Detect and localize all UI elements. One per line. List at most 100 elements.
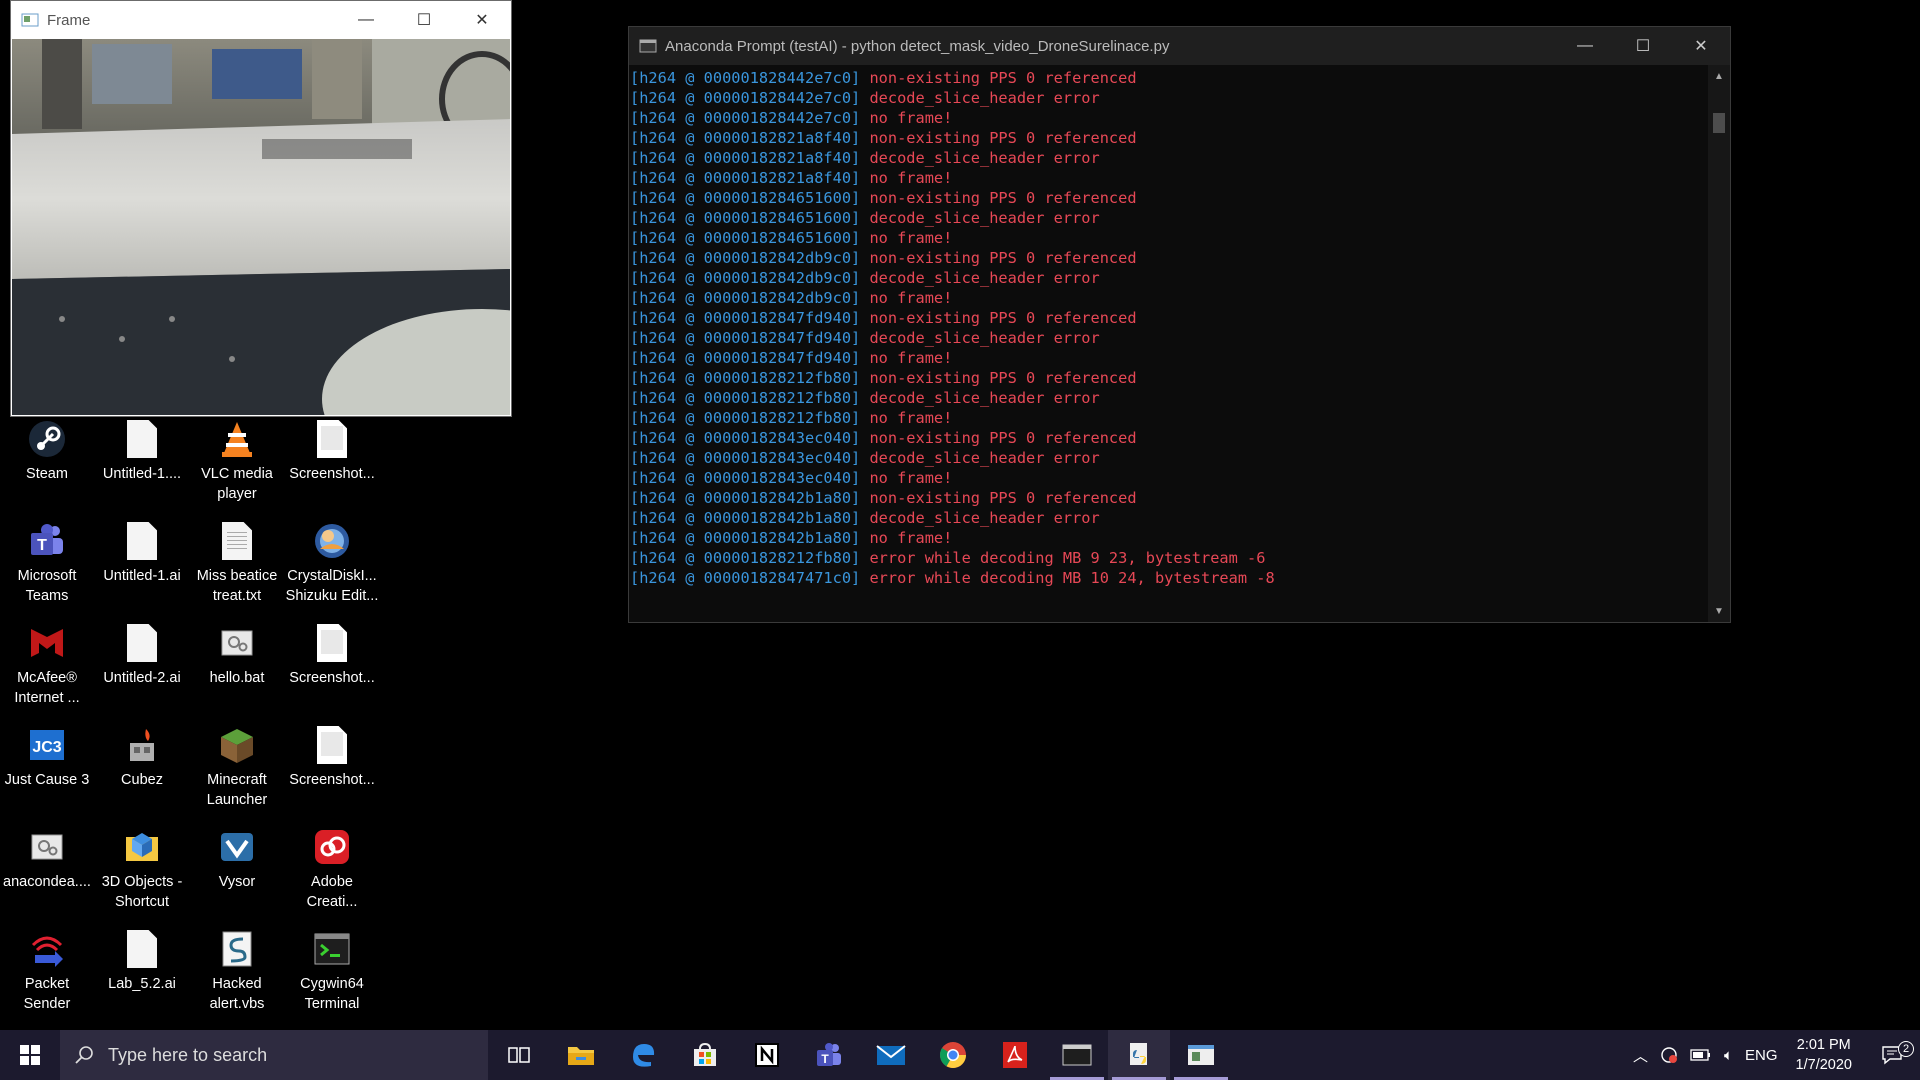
maximize-button[interactable]: ☐ bbox=[1614, 27, 1672, 65]
taskbar-app-acrobat[interactable] bbox=[984, 1030, 1046, 1080]
desktop-icon[interactable]: Vysor bbox=[190, 825, 284, 892]
taskbar-search[interactable]: Type here to search bbox=[60, 1030, 488, 1080]
console-output[interactable]: [h264 @ 000001828442e7c0] non-existing P… bbox=[629, 65, 1708, 622]
taskbar-app-notion[interactable] bbox=[736, 1030, 798, 1080]
console-line: [h264 @ 00000182842db9c0] no frame! bbox=[630, 288, 1708, 308]
language-indicator[interactable]: ENG bbox=[1739, 1047, 1784, 1064]
taskbar-app-mail[interactable] bbox=[860, 1030, 922, 1080]
console-line: [h264 @ 00000182847471c0] error while de… bbox=[630, 568, 1708, 588]
teams-icon: T bbox=[815, 1041, 843, 1069]
console-line-message: non-existing PPS 0 referenced bbox=[869, 429, 1137, 447]
volume-icon[interactable]: 🔈︎ bbox=[1718, 1047, 1739, 1064]
console-line-address: [h264 @ 00000182847471c0] bbox=[630, 569, 861, 587]
scroll-thumb[interactable] bbox=[1713, 113, 1725, 133]
console-scrollbar[interactable]: ▲ ▼ bbox=[1708, 65, 1730, 622]
desktop-icon[interactable]: CrystalDiskI... Shizuku Edit... bbox=[285, 519, 379, 606]
window-icon bbox=[1187, 1043, 1215, 1067]
frame-titlebar[interactable]: Frame — ☐ ✕ bbox=[11, 1, 511, 39]
start-button[interactable] bbox=[0, 1030, 60, 1080]
conda-titlebar[interactable]: Anaconda Prompt (testAI) - python detect… bbox=[629, 27, 1730, 65]
desktop-icon[interactable]: 3D Objects - Shortcut bbox=[95, 825, 189, 912]
scroll-up-icon[interactable]: ▲ bbox=[1708, 65, 1730, 87]
desktop-icon[interactable]: Packet Sender bbox=[0, 927, 94, 1014]
minimize-button[interactable]: — bbox=[337, 1, 395, 39]
console-line-address: [h264 @ 00000182821a8f40] bbox=[630, 169, 861, 187]
desktop-icon-label: Untitled-1.... bbox=[102, 466, 182, 482]
clock[interactable]: 2:01 PM 1/7/2020 bbox=[1784, 1035, 1864, 1075]
console-line-message: no frame! bbox=[869, 529, 953, 547]
desktop-icon[interactable]: Untitled-2.ai bbox=[95, 621, 189, 688]
desktop-icon[interactable]: Cubez bbox=[95, 723, 189, 790]
taskbar-app-python[interactable] bbox=[1108, 1030, 1170, 1080]
desktop-icon[interactable]: Screenshot... bbox=[285, 723, 379, 790]
anaconda-prompt-window[interactable]: Anaconda Prompt (testAI) - python detect… bbox=[628, 26, 1731, 623]
taskbar-app-store[interactable] bbox=[674, 1030, 736, 1080]
desktop-icon[interactable]: hello.bat bbox=[190, 621, 284, 688]
conda-title: Anaconda Prompt (testAI) - python detect… bbox=[665, 37, 1170, 55]
security-status-icon[interactable] bbox=[1654, 1046, 1684, 1064]
console-line: [h264 @ 000001828442e7c0] decode_slice_h… bbox=[630, 88, 1708, 108]
console-line: [h264 @ 00000182842b1a80] non-existing P… bbox=[630, 488, 1708, 508]
console-line-message: decode_slice_header error bbox=[869, 269, 1100, 287]
minimize-button[interactable]: — bbox=[1556, 27, 1614, 65]
desktop-icon-label: Microsoft Teams bbox=[17, 568, 77, 604]
desktop-icon[interactable]: Lab_5.2.ai bbox=[95, 927, 189, 994]
file-icon bbox=[120, 621, 164, 665]
scroll-down-icon[interactable]: ▼ bbox=[1708, 600, 1730, 622]
mail-icon bbox=[876, 1043, 906, 1067]
console-line-address: [h264 @ 00000182821a8f40] bbox=[630, 149, 861, 167]
console-line-address: [h264 @ 00000182842db9c0] bbox=[630, 289, 861, 307]
desktop-icon[interactable]: JC3 Just Cause 3 bbox=[0, 723, 94, 790]
taskbar-app-chrome[interactable] bbox=[922, 1030, 984, 1080]
maximize-button[interactable]: ☐ bbox=[395, 1, 453, 39]
python-icon bbox=[1125, 1041, 1153, 1069]
camera-feed bbox=[12, 39, 510, 415]
batch-file-icon bbox=[215, 621, 259, 665]
desktop-icon[interactable]: Cygwin64 Terminal bbox=[285, 927, 379, 1014]
taskbar-app-file-explorer[interactable] bbox=[550, 1030, 612, 1080]
desktop-icon[interactable]: Untitled-1.ai bbox=[95, 519, 189, 586]
taskbar-app-terminal[interactable] bbox=[1046, 1030, 1108, 1080]
desktop-icons: Steam Untitled-1.... VLC media player Scree… bbox=[0, 415, 400, 1035]
desktop-icon-label: Miss beatice treat.txt bbox=[196, 568, 278, 604]
desktop-icon-label: anacondea.... bbox=[3, 874, 91, 890]
desktop-icon-label: Screenshot... bbox=[289, 466, 375, 482]
desktop-icon-label: Untitled-1.ai bbox=[103, 568, 181, 584]
desktop-icon[interactable]: T Microsoft Teams bbox=[0, 519, 94, 606]
desktop-icon[interactable]: Screenshot... bbox=[285, 417, 379, 484]
desktop-icon[interactable]: Minecraft Launcher bbox=[190, 723, 284, 810]
taskbar-app-task-view[interactable] bbox=[488, 1030, 550, 1080]
image-file-icon bbox=[310, 417, 354, 461]
desktop-icon[interactable]: Miss beatice treat.txt bbox=[190, 519, 284, 606]
desktop-icon[interactable]: Untitled-1.... bbox=[95, 417, 189, 484]
desktop-icon[interactable]: Screenshot... bbox=[285, 621, 379, 688]
cygwin-icon bbox=[310, 927, 354, 971]
desktop-icon-label: Packet Sender bbox=[23, 976, 71, 1012]
desktop-icon[interactable]: Hacked alert.vbs bbox=[190, 927, 284, 1014]
console-line: [h264 @ 0000018284651600] decode_slice_h… bbox=[630, 208, 1708, 228]
taskbar-app-frame-window[interactable] bbox=[1170, 1030, 1232, 1080]
frame-window[interactable]: Frame — ☐ ✕ bbox=[10, 0, 512, 417]
notifications-button[interactable]: 2 bbox=[1864, 1041, 1920, 1065]
show-hidden-icons-icon[interactable]: ︿ bbox=[1627, 1045, 1654, 1066]
svg-text:T: T bbox=[821, 1052, 829, 1066]
console-line: [h264 @ 00000182821a8f40] decode_slice_h… bbox=[630, 148, 1708, 168]
taskbar-app-teams[interactable]: T bbox=[798, 1030, 860, 1080]
taskbar-app-edge[interactable] bbox=[612, 1030, 674, 1080]
console-line-message: decode_slice_header error bbox=[869, 209, 1100, 227]
vlc-icon bbox=[215, 417, 259, 461]
desktop-icon[interactable]: Steam bbox=[0, 417, 94, 484]
console-line-address: [h264 @ 0000018284651600] bbox=[630, 189, 861, 207]
console-line: [h264 @ 00000182842db9c0] non-existing P… bbox=[630, 248, 1708, 268]
desktop-icon[interactable]: Adobe Creati... bbox=[285, 825, 379, 912]
terminal-icon bbox=[1062, 1043, 1092, 1067]
desktop-icon[interactable]: McAfee® Internet ... bbox=[0, 621, 94, 708]
desktop-icon[interactable]: anacondea.... bbox=[0, 825, 94, 892]
desktop-icon-label: Just Cause 3 bbox=[4, 772, 90, 788]
desktop-icon[interactable]: VLC media player bbox=[190, 417, 284, 504]
close-button[interactable]: ✕ bbox=[453, 1, 511, 39]
console-line: [h264 @ 00000182821a8f40] no frame! bbox=[630, 168, 1708, 188]
battery-icon[interactable] bbox=[1684, 1048, 1718, 1062]
close-button[interactable]: ✕ bbox=[1672, 27, 1730, 65]
console-line: [h264 @ 0000018284651600] no frame! bbox=[630, 228, 1708, 248]
